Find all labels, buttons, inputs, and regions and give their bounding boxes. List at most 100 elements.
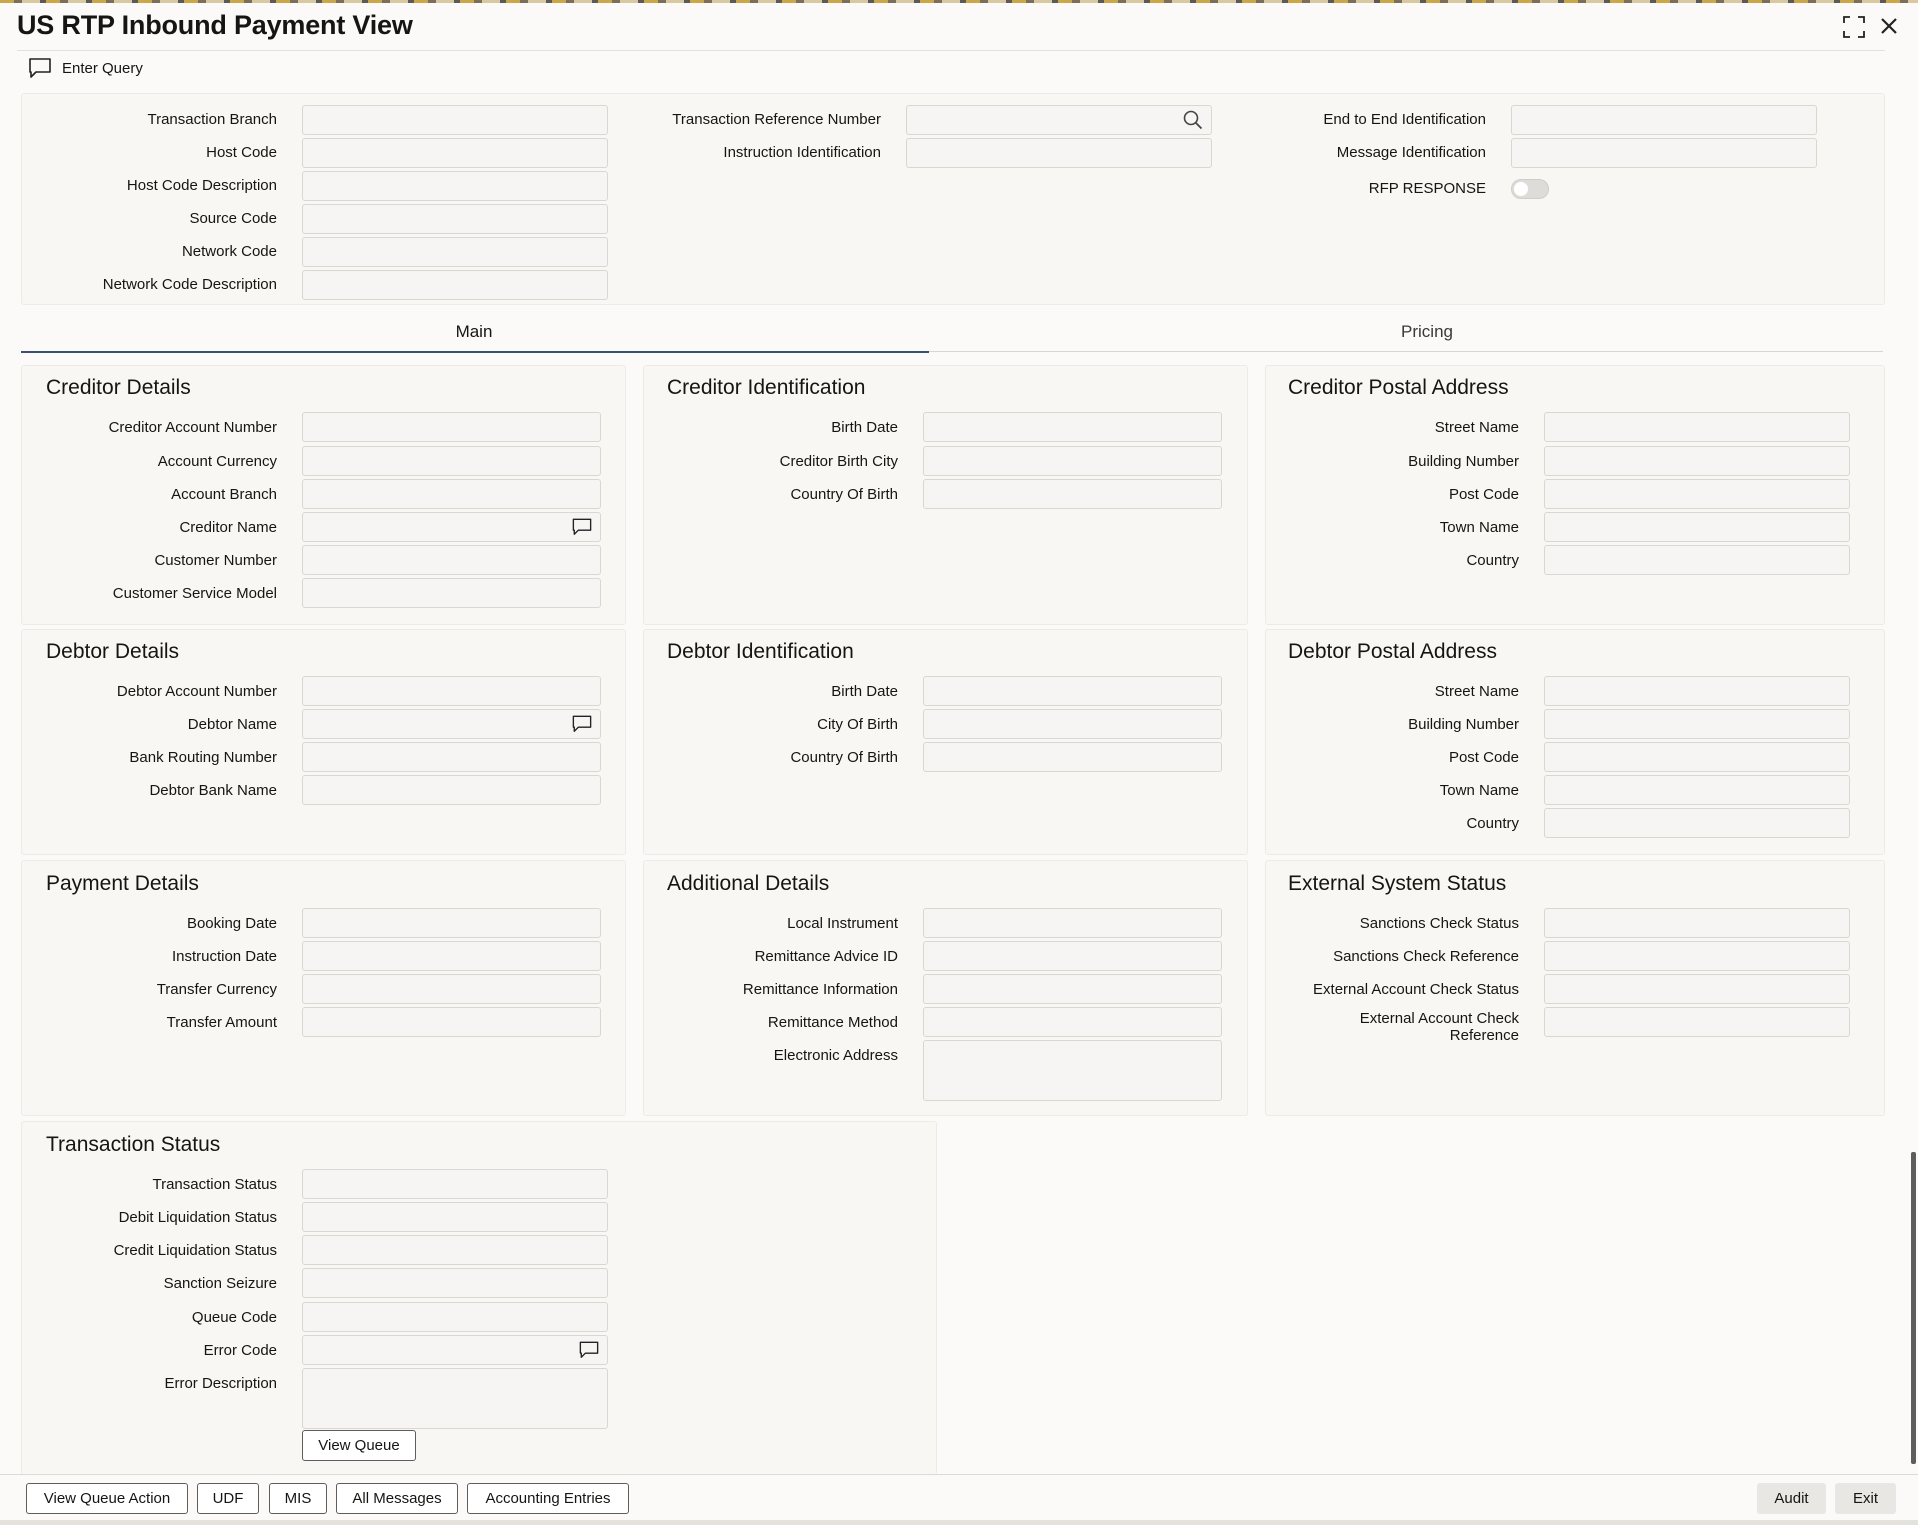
remittance-method-input[interactable] (923, 1007, 1222, 1037)
creditor-birth-city-input[interactable] (923, 446, 1222, 476)
creditor-country-of-birth-input[interactable] (923, 479, 1222, 509)
all-messages-button[interactable]: All Messages (336, 1483, 458, 1514)
creditor-birth-date-input[interactable] (923, 412, 1222, 442)
chat-icon[interactable] (572, 517, 592, 537)
chat-icon (29, 58, 51, 78)
sanction-seizure-input[interactable] (302, 1268, 608, 1298)
end-to-end-identification-input[interactable] (1511, 105, 1817, 135)
error-description-textarea[interactable] (302, 1368, 608, 1429)
network-code-input[interactable] (302, 237, 608, 267)
debtor-street-name-input[interactable] (1544, 676, 1850, 706)
accounting-entries-button[interactable]: Accounting Entries (467, 1483, 629, 1514)
remittance-method-label: Remittance Method (767, 1014, 898, 1031)
creditor-street-name-input[interactable] (1544, 412, 1850, 442)
footer-divider (0, 1474, 1918, 1475)
remittance-information-input[interactable] (923, 974, 1222, 1004)
bank-routing-number-label: Bank Routing Number (129, 749, 277, 766)
transaction-branch-input[interactable] (302, 105, 608, 135)
message-identification-input[interactable] (1511, 138, 1817, 168)
external-account-check-status-label: External Account Check Status (1313, 981, 1519, 998)
debtor-postal-address-title: Debtor Postal Address (1288, 640, 1497, 663)
search-icon[interactable] (1183, 110, 1203, 130)
booking-date-input[interactable] (302, 908, 601, 938)
network-code-description-input[interactable] (302, 270, 608, 300)
instruction-date-input[interactable] (302, 941, 601, 971)
external-account-check-reference-input[interactable] (1544, 1007, 1850, 1037)
exit-button[interactable]: Exit (1835, 1483, 1896, 1514)
sanctions-check-status-input[interactable] (1544, 908, 1850, 938)
local-instrument-input[interactable] (923, 908, 1222, 938)
debtor-building-number-input[interactable] (1544, 709, 1850, 739)
sanctions-check-reference-input[interactable] (1544, 941, 1850, 971)
instruction-identification-input[interactable] (906, 138, 1212, 168)
source-code-input[interactable] (302, 204, 608, 234)
bank-routing-number-input[interactable] (302, 742, 601, 772)
debtor-bank-name-input[interactable] (302, 775, 601, 805)
chat-icon[interactable] (579, 1340, 599, 1360)
creditor-town-name-input[interactable] (1544, 512, 1850, 542)
transaction-reference-number-input[interactable] (906, 105, 1212, 135)
enter-query-button[interactable]: Enter Query (28, 56, 143, 80)
view-queue-button[interactable]: View Queue (302, 1430, 416, 1461)
payment-details-title: Payment Details (46, 872, 199, 895)
debit-liquidation-status-input[interactable] (302, 1202, 608, 1232)
creditor-post-code-label: Post Code (1448, 486, 1519, 503)
error-description-label: Error Description (164, 1375, 277, 1392)
account-branch-input[interactable] (302, 479, 601, 509)
additional-details-title: Additional Details (667, 872, 830, 895)
creditor-building-number-input[interactable] (1544, 446, 1850, 476)
host-code-description-input[interactable] (302, 171, 608, 201)
transaction-status-input[interactable] (302, 1169, 608, 1199)
queue-code-label: Queue Code (191, 1309, 277, 1326)
debtor-post-code-input[interactable] (1544, 742, 1850, 772)
creditor-name-input[interactable] (302, 512, 601, 542)
credit-liquidation-status-input[interactable] (302, 1235, 608, 1265)
host-code-input[interactable] (302, 138, 608, 168)
debtor-birth-date-label: Birth Date (831, 683, 898, 700)
customer-number-input[interactable] (302, 545, 601, 575)
debtor-country-input[interactable] (1544, 808, 1850, 838)
creditor-country-label: Country (1466, 552, 1519, 569)
debtor-post-code-label: Post Code (1448, 749, 1519, 766)
transfer-amount-label: Transfer Amount (166, 1014, 277, 1031)
account-currency-input[interactable] (302, 446, 601, 476)
rfp-response-toggle[interactable] (1511, 179, 1549, 199)
enter-query-label: Enter Query (62, 59, 143, 77)
external-account-check-status-input[interactable] (1544, 974, 1850, 1004)
debtor-town-name-input[interactable] (1544, 775, 1850, 805)
audit-button[interactable]: Audit (1757, 1483, 1826, 1514)
creditor-country-input[interactable] (1544, 545, 1850, 575)
toggle-knob (1514, 182, 1528, 196)
view-queue-action-button[interactable]: View Queue Action (26, 1483, 188, 1514)
debtor-account-number-input[interactable] (302, 676, 601, 706)
tab-pricing[interactable]: Pricing (927, 322, 1918, 342)
debtor-country-label: Country (1466, 815, 1519, 832)
tab-main[interactable]: Main (21, 322, 927, 342)
remittance-advice-id-label: Remittance Advice ID (754, 948, 898, 965)
debtor-birth-date-input[interactable] (923, 676, 1222, 706)
queue-code-input[interactable] (302, 1302, 608, 1332)
mis-button[interactable]: MIS (269, 1483, 327, 1514)
debtor-country-of-birth-input[interactable] (923, 742, 1222, 772)
creditor-account-number-input[interactable] (302, 412, 601, 442)
close-icon[interactable] (1878, 15, 1900, 43)
scrollbar-thumb[interactable] (1911, 1152, 1916, 1464)
title-divider (17, 50, 1885, 51)
remittance-advice-id-input[interactable] (923, 941, 1222, 971)
transfer-currency-input[interactable] (302, 974, 601, 1004)
message-identification-label: Message Identification (1336, 144, 1486, 161)
udf-button[interactable]: UDF (197, 1483, 259, 1514)
transfer-amount-input[interactable] (302, 1007, 601, 1037)
maximize-icon[interactable] (1842, 15, 1866, 45)
debtor-city-of-birth-input[interactable] (923, 709, 1222, 739)
tab-main-indicator (21, 351, 929, 353)
chat-icon[interactable] (572, 714, 592, 734)
creditor-post-code-input[interactable] (1544, 479, 1850, 509)
electronic-address-textarea[interactable] (923, 1040, 1222, 1101)
debtor-name-input[interactable] (302, 709, 601, 739)
source-code-label: Source Code (189, 210, 277, 227)
error-code-input[interactable] (302, 1335, 608, 1365)
customer-service-model-input[interactable] (302, 578, 601, 608)
creditor-postal-address-title: Creditor Postal Address (1288, 376, 1509, 399)
window-title: US RTP Inbound Payment View (17, 10, 413, 40)
